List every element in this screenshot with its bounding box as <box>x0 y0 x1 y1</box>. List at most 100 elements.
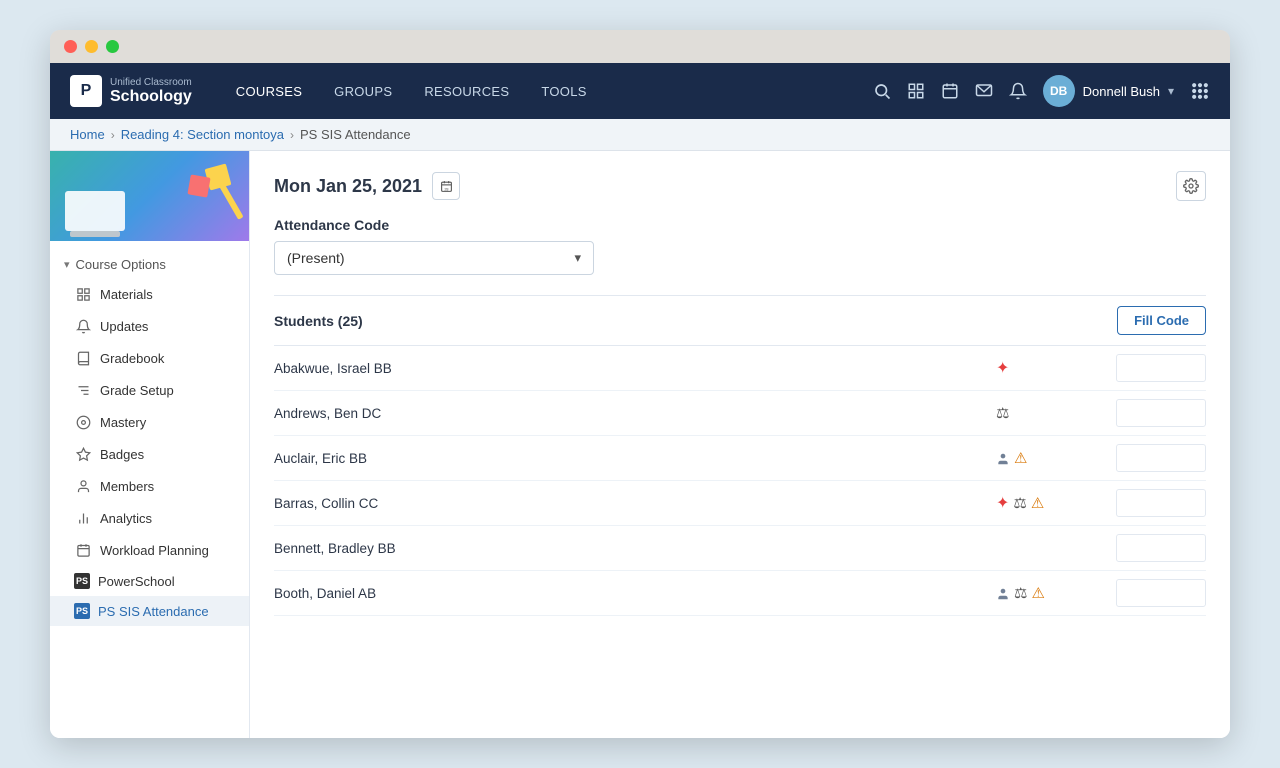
course-options-arrow: ▾ <box>64 258 70 271</box>
attendance-input[interactable] <box>1116 399 1206 427</box>
sidebar-item-grade-setup[interactable]: Grade Setup <box>50 374 249 406</box>
table-row: Abakwue, Israel BB ✦ <box>274 346 1206 391</box>
notifications-button[interactable] <box>1009 82 1027 100</box>
powerschool-label: PowerSchool <box>98 574 175 589</box>
app-container: P Unified Classroom Schoology COURSES GR… <box>50 63 1230 738</box>
top-nav: P Unified Classroom Schoology COURSES GR… <box>50 63 1230 119</box>
nav-tools[interactable]: TOOLS <box>527 76 600 107</box>
attendance-code-dropdown[interactable]: (Present) ▾ <box>274 241 594 275</box>
sidebar-item-members[interactable]: Members <box>50 470 249 502</box>
date-area: Mon Jan 25, 2021 28 <box>274 172 460 200</box>
students-list: Abakwue, Israel BB ✦ Andrews, Ben DC ⚖ <box>274 346 1206 616</box>
gradebook-icon <box>74 349 92 367</box>
sidebar-section: ▾ Course Options Materials Updates <box>50 241 249 636</box>
fill-code-button[interactable]: Fill Code <box>1117 306 1206 335</box>
content-area: Mon Jan 25, 2021 28 Attendance Code (Pre… <box>250 151 1230 738</box>
attendance-code-value: (Present) <box>287 250 345 266</box>
students-header: Students (25) Fill Code <box>274 295 1206 346</box>
minimize-button[interactable] <box>85 40 98 53</box>
person-icon <box>996 585 1010 602</box>
materials-icon <box>74 285 92 303</box>
updates-label: Updates <box>100 319 148 334</box>
table-row: Booth, Daniel AB ⚖ ⚠ <box>274 571 1206 616</box>
student-icons: ⚖ ⚠ <box>996 584 1116 602</box>
sidebar-item-analytics[interactable]: Analytics <box>50 502 249 534</box>
attendance-input[interactable] <box>1116 534 1206 562</box>
sidebar-item-workload-planning[interactable]: Workload Planning <box>50 534 249 566</box>
attendance-code-label: Attendance Code <box>274 217 1206 233</box>
course-image-decoration <box>50 151 249 241</box>
maximize-button[interactable] <box>106 40 119 53</box>
scale-icon: ⚖ <box>996 404 1009 422</box>
close-button[interactable] <box>64 40 77 53</box>
user-avatar: DB <box>1043 75 1075 107</box>
attendance-input[interactable] <box>1116 579 1206 607</box>
sidebar-item-gradebook[interactable]: Gradebook <box>50 342 249 374</box>
course-image <box>50 151 249 241</box>
breadcrumb-current: PS SIS Attendance <box>300 127 411 142</box>
logo-title: Schoology <box>110 88 192 106</box>
gradebook-label: Gradebook <box>100 351 164 366</box>
pencil-decoration <box>218 182 243 220</box>
sidebar-item-ps-sis-attendance[interactable]: PS PS SIS Attendance <box>50 596 249 626</box>
nav-courses[interactable]: COURSES <box>222 76 316 107</box>
settings-button[interactable] <box>1176 171 1206 201</box>
content-header: Mon Jan 25, 2021 28 <box>274 171 1206 201</box>
nav-groups[interactable]: GROUPS <box>320 76 406 107</box>
calendar-button[interactable] <box>941 82 959 100</box>
sidebar-item-materials[interactable]: Materials <box>50 278 249 310</box>
apps-grid-button[interactable] <box>1190 81 1210 101</box>
sidebar-item-mastery[interactable]: Mastery <box>50 406 249 438</box>
breadcrumb: Home › Reading 4: Section montoya › PS S… <box>50 119 1230 151</box>
sidebar-item-powerschool[interactable]: PS PowerSchool <box>50 566 249 596</box>
user-area[interactable]: DB Donnell Bush ▾ <box>1043 75 1174 107</box>
student-name: Abakwue, Israel BB <box>274 361 996 376</box>
main-layout: ▾ Course Options Materials Updates <box>50 151 1230 738</box>
attendance-input[interactable] <box>1116 354 1206 382</box>
students-count: Students (25) <box>274 313 363 329</box>
table-row: Andrews, Ben DC ⚖ <box>274 391 1206 436</box>
attendance-input[interactable] <box>1116 489 1206 517</box>
attendance-input[interactable] <box>1116 444 1206 472</box>
sidebar-item-badges[interactable]: Badges <box>50 438 249 470</box>
search-button[interactable] <box>873 82 891 100</box>
table-row: Barras, Collin CC ✦ ⚖ ⚠ <box>274 481 1206 526</box>
person-icon <box>996 450 1010 467</box>
workload-planning-label: Workload Planning <box>100 543 209 558</box>
date-picker-button[interactable]: 28 <box>432 172 460 200</box>
updates-icon <box>74 317 92 335</box>
student-icons: ✦ ⚖ ⚠ <box>996 493 1116 513</box>
sidebar: ▾ Course Options Materials Updates <box>50 151 250 738</box>
student-name: Barras, Collin CC <box>274 496 996 511</box>
warning-icon: ⚠ <box>1014 449 1027 467</box>
student-icons: ⚠ <box>996 449 1116 467</box>
grade-setup-icon <box>74 381 92 399</box>
scale-icon: ⚖ <box>1013 494 1026 512</box>
sidebar-item-updates[interactable]: Updates <box>50 310 249 342</box>
course-options[interactable]: ▾ Course Options <box>50 251 249 278</box>
mastery-label: Mastery <box>100 415 146 430</box>
breadcrumb-sep1: › <box>111 128 115 142</box>
nav-resources[interactable]: RESOURCES <box>410 76 523 107</box>
breadcrumb-sep2: › <box>290 128 294 142</box>
table-row: Bennett, Bradley BB <box>274 526 1206 571</box>
breadcrumb-course[interactable]: Reading 4: Section montoya <box>121 127 284 142</box>
breadcrumb-home[interactable]: Home <box>70 127 105 142</box>
student-name: Bennett, Bradley BB <box>274 541 996 556</box>
badges-icon <box>74 445 92 463</box>
logo-icon: P <box>70 75 102 107</box>
svg-text:28: 28 <box>444 187 448 191</box>
laptop-decoration <box>65 191 125 231</box>
messages-button[interactable] <box>975 82 993 100</box>
warning-icon: ⚠ <box>1031 584 1044 602</box>
table-row: Auclair, Eric BB ⚠ <box>274 436 1206 481</box>
ps-sis-icon: PS <box>74 603 90 619</box>
grid-apps-button[interactable] <box>907 82 925 100</box>
browser-window: P Unified Classroom Schoology COURSES GR… <box>50 30 1230 738</box>
powerschool-icon: PS <box>74 573 90 589</box>
course-options-label: Course Options <box>76 257 166 272</box>
medical-icon: ✦ <box>996 493 1009 513</box>
user-name: Donnell Bush <box>1083 84 1160 99</box>
browser-titlebar <box>50 30 1230 63</box>
nav-links: COURSES GROUPS RESOURCES TOOLS <box>222 76 873 107</box>
